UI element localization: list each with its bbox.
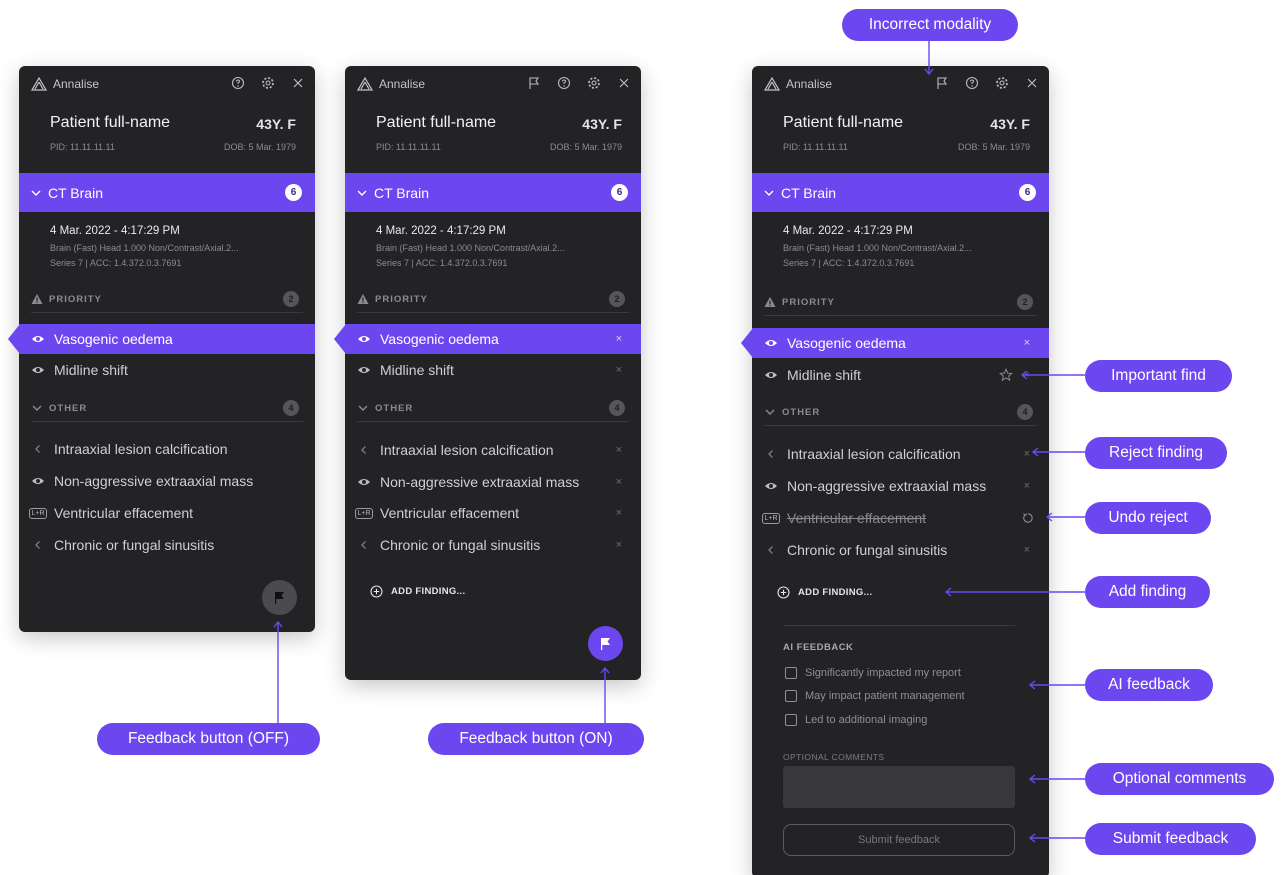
callout-important-find: Important find [1085, 360, 1232, 392]
callout-add-finding: Add finding [1085, 576, 1210, 608]
callout-feedback-on: Feedback button (ON) [428, 723, 644, 755]
callout-feedback-off: Feedback button (OFF) [97, 723, 320, 755]
callout-optional-comments: Optional comments [1085, 763, 1274, 795]
callout-reject-finding: Reject finding [1085, 437, 1227, 469]
callout-incorrect-modality: Incorrect modality [842, 9, 1018, 41]
callout-ai-feedback: AI feedback [1085, 669, 1213, 701]
callout-submit-feedback: Submit feedback [1085, 823, 1256, 855]
callout-undo-reject: Undo reject [1085, 502, 1211, 534]
